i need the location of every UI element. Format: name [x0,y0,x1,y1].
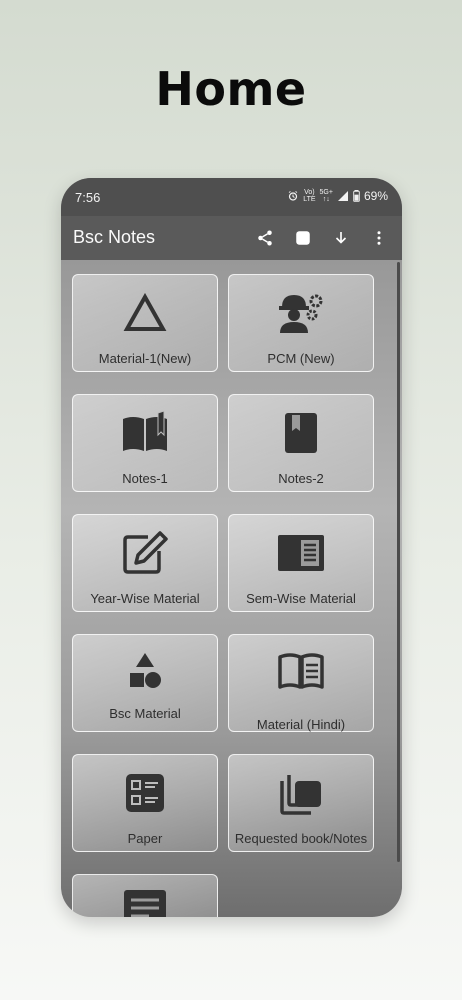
tile-requested-book-notes[interactable]: Requested book/Notes [228,754,374,852]
phone-screen: 7:56 Vo) LTE 5G+ ↑↓ 69% Bsc Notes Materi… [61,178,402,917]
share-icon [258,230,272,246]
notes-icon [124,890,166,917]
tile-pcm-new[interactable]: PCM (New) [228,274,374,372]
app-bar: Bsc Notes [61,216,402,260]
stop-button[interactable] [286,224,320,252]
tile-material-hindi[interactable]: Material (Hindi) [228,634,374,732]
download-icon [335,232,347,244]
stop-icon [296,231,310,245]
tile-notes-partial[interactable] [72,874,218,917]
scrollbar[interactable] [397,262,400,862]
tile-sem-wise-material[interactable]: Sem-Wise Material [228,514,374,612]
tile-notes-1[interactable]: Notes-1 [72,394,218,492]
tile-label: Notes-1 [122,471,168,486]
network-gen-indicator: 5G+ ↑↓ [319,189,333,203]
tile-label: Notes-2 [278,471,324,486]
article-icon [278,535,324,571]
edit-icon [123,531,168,574]
more-vert-icon [377,231,381,245]
engineer-gear-icon [279,294,323,333]
app-title: Bsc Notes [73,227,156,247]
open-book-icon [123,411,167,451]
tile-label: Material (Hindi) [256,717,346,732]
tile-bsc-material[interactable]: Bsc Material [72,634,218,732]
tile-notes-2[interactable]: Notes-2 [228,394,374,492]
menu-book-icon [278,653,324,689]
share-button[interactable] [248,224,282,252]
tile-label: Sem-Wise Material [246,591,356,606]
status-time: 7:56 [75,190,101,205]
tile-label: Requested book/Notes [234,831,368,846]
tile-year-wise-material[interactable]: Year-Wise Material [72,514,218,612]
app-bar-actions [248,224,396,252]
tile-paper[interactable]: Paper [72,754,218,852]
battery-percent: 69% [363,189,388,203]
shapes-icon [130,653,161,688]
tile-label: Material-1(New) [98,351,192,366]
status-indicators: Vo) LTE 5G+ ↑↓ 69% [287,189,388,203]
checklist-icon [126,774,164,812]
overflow-menu-button[interactable] [362,224,396,252]
bookmark-book-icon [285,413,317,453]
volte-indicator: Vo) LTE [303,189,316,203]
tile-label: Paper [127,831,163,846]
download-button[interactable] [324,224,358,252]
status-bar: 7:56 Vo) LTE 5G+ ↑↓ 69% [61,178,402,216]
alarm-icon [288,191,298,201]
battery-icon [353,190,360,202]
tile-material-1-new[interactable]: Material-1(New) [72,274,218,372]
tile-label: Year-Wise Material [90,591,200,606]
tile-label: Bsc Material [109,706,181,721]
triangle-icon [123,293,167,331]
signal-icon [337,191,348,201]
page-headline: Home [155,62,307,116]
tile-label: PCM (New) [267,351,335,366]
library-icon [280,775,321,815]
